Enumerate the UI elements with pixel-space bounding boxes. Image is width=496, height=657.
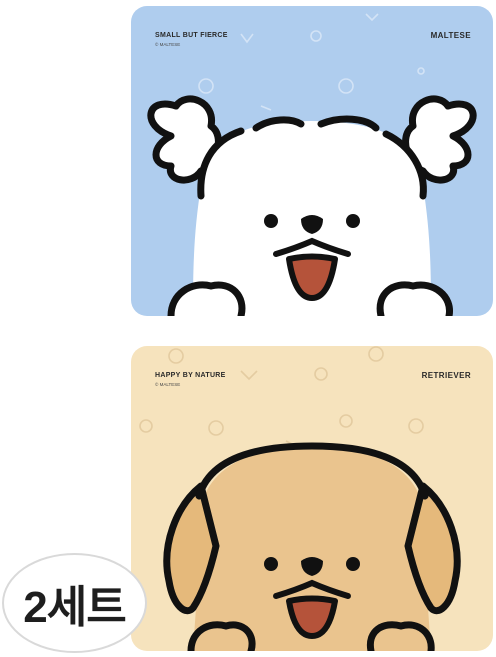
product-credit: © MALTESE: [155, 42, 181, 47]
retriever-illustration: [139, 346, 461, 651]
pattern-icons: [139, 346, 424, 447]
product-credit: © MALTESE: [155, 382, 181, 387]
product-tagline: SMALL BUT FIERCE: [155, 32, 228, 39]
ball-icon: [168, 348, 184, 364]
bone-icon: [240, 370, 258, 381]
paw-icon: [314, 367, 328, 381]
product-card-retriever[interactable]: HAPPY BY NATURE © MALTESE RETRIEVER: [131, 346, 493, 651]
product-tagline: HAPPY BY NATURE: [155, 372, 226, 379]
ball-icon: [139, 419, 153, 433]
clover-icon: [198, 78, 214, 94]
dot-icon: [417, 67, 425, 75]
product-name: MALTESE: [430, 31, 471, 40]
paw-icon: [408, 418, 424, 434]
maltese-illustration: [147, 13, 477, 316]
paw-icon: [208, 420, 224, 436]
clover-icon: [338, 78, 354, 94]
product-name: RETRIEVER: [421, 371, 471, 380]
set-count-label: 2세트: [23, 583, 126, 632]
bone-icon: [240, 33, 254, 44]
ball-icon: [368, 346, 384, 362]
product-card-maltese[interactable]: SMALL BUT FIERCE © MALTESE MALTESE: [131, 6, 493, 316]
bone-icon: [260, 105, 272, 111]
bone-icon: [365, 13, 379, 22]
set-count-badge: 2세트: [2, 553, 147, 653]
ball-icon: [339, 414, 353, 428]
heart-icon: [310, 30, 322, 42]
pattern-icons: [198, 13, 442, 111]
